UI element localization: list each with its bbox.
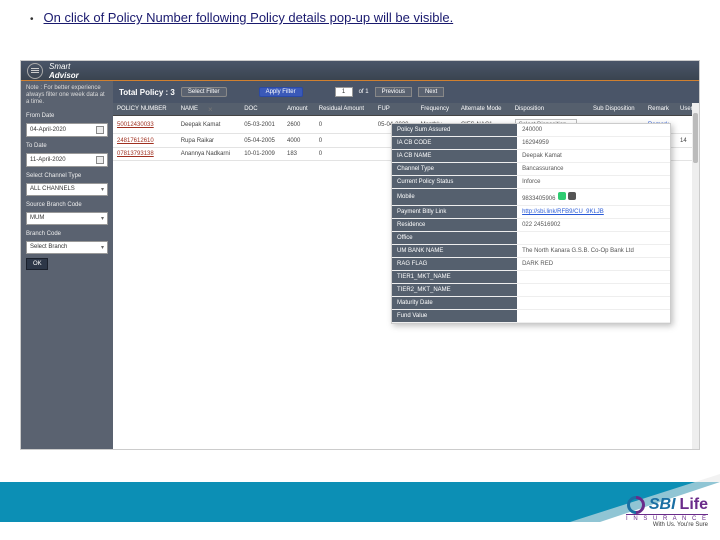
to-date-field[interactable]: 11-April-2020 [26,153,108,167]
chevron-down-icon: ▾ [101,244,104,251]
col-residual[interactable]: Residual Amount [315,103,374,116]
chevron-down-icon: ▾ [101,215,104,222]
sbi-life-logo: SBI Life I N S U R A N C E With Us. You'… [626,496,708,528]
bitly-link[interactable]: http://sbi.link/RFB9/CU_9KLJB [522,209,604,215]
vertical-scrollbar[interactable] [692,103,699,449]
col-doc[interactable]: DOC [240,103,283,116]
col-rem[interactable]: Remark [644,103,676,116]
close-icon[interactable]: × [208,105,213,114]
from-date-label: From Date [26,113,108,119]
app-brand: SmartAdvisor [49,62,79,80]
hamburger-icon[interactable] [27,63,43,79]
from-date-field[interactable]: 04-April-2020 [26,123,108,137]
policy-number-link[interactable]: 50012430033 [117,122,154,128]
col-freq[interactable]: Frequency [417,103,457,116]
scrollbar-thumb[interactable] [693,113,698,163]
branch-code-label: Branch Code [26,231,108,237]
next-button[interactable]: Next [418,87,444,97]
main-header: Total Policy : 3 Select Filter Apply Fil… [113,81,699,103]
policy-number-link[interactable]: 07813793138 [117,151,154,157]
source-branch-select[interactable]: MUM▾ [26,212,108,225]
main-panel: × Total Policy : 3 Select Filter Apply F… [113,81,699,449]
apply-filter-button[interactable]: Apply Filter [259,87,303,97]
instruction-text: On click of Policy Number following Poli… [44,10,454,25]
channel-select[interactable]: ALL CHANNELS▾ [26,183,108,196]
col-policy[interactable]: POLICY NUMBER [113,103,177,116]
bullet-dot: • [30,14,34,25]
col-disp[interactable]: Disposition [511,103,589,116]
page-input[interactable]: 1 [335,87,353,97]
col-fup[interactable]: FUP [374,103,417,116]
total-policy-title: Total Policy : 3 [119,88,175,97]
top-bar: SmartAdvisor [21,61,699,81]
filter-sidebar: Note : For better experience always filt… [21,81,113,449]
policy-details-popup: Policy Sum Assured240000 IA CB CODE16294… [391,123,671,324]
popup-key: Policy Sum Assured [392,124,517,137]
page-of-text: of 1 [359,89,369,95]
branch-code-select[interactable]: Select Branch▾ [26,241,108,254]
chat-icon[interactable] [568,192,576,200]
calendar-icon[interactable] [96,126,104,134]
chevron-down-icon: ▾ [101,186,104,193]
sidebar-note: Note : For better experience always filt… [26,85,108,107]
instruction-bullet: • On click of Policy Number following Po… [0,0,720,25]
prev-button[interactable]: Previous [375,87,412,97]
slide-footer: SBI Life I N S U R A N C E With Us. You'… [0,470,720,540]
col-sub[interactable]: Sub Disposition [589,103,644,116]
popup-val: 240000 [517,124,670,137]
app-screenshot: SmartAdvisor Note : For better experienc… [20,60,700,450]
copy-icon[interactable] [558,192,566,200]
ok-button[interactable]: OK [26,258,48,270]
policy-number-link[interactable]: 24817612610 [117,138,154,144]
source-branch-label: Source Branch Code [26,202,108,208]
col-alt[interactable]: Alternate Mode [457,103,511,116]
channel-label: Select Channel Type [26,173,108,179]
to-date-label: To Date [26,143,108,149]
col-amount[interactable]: Amount [283,103,315,116]
calendar-icon[interactable] [96,156,104,164]
select-filter-button[interactable]: Select Filter [181,87,227,97]
